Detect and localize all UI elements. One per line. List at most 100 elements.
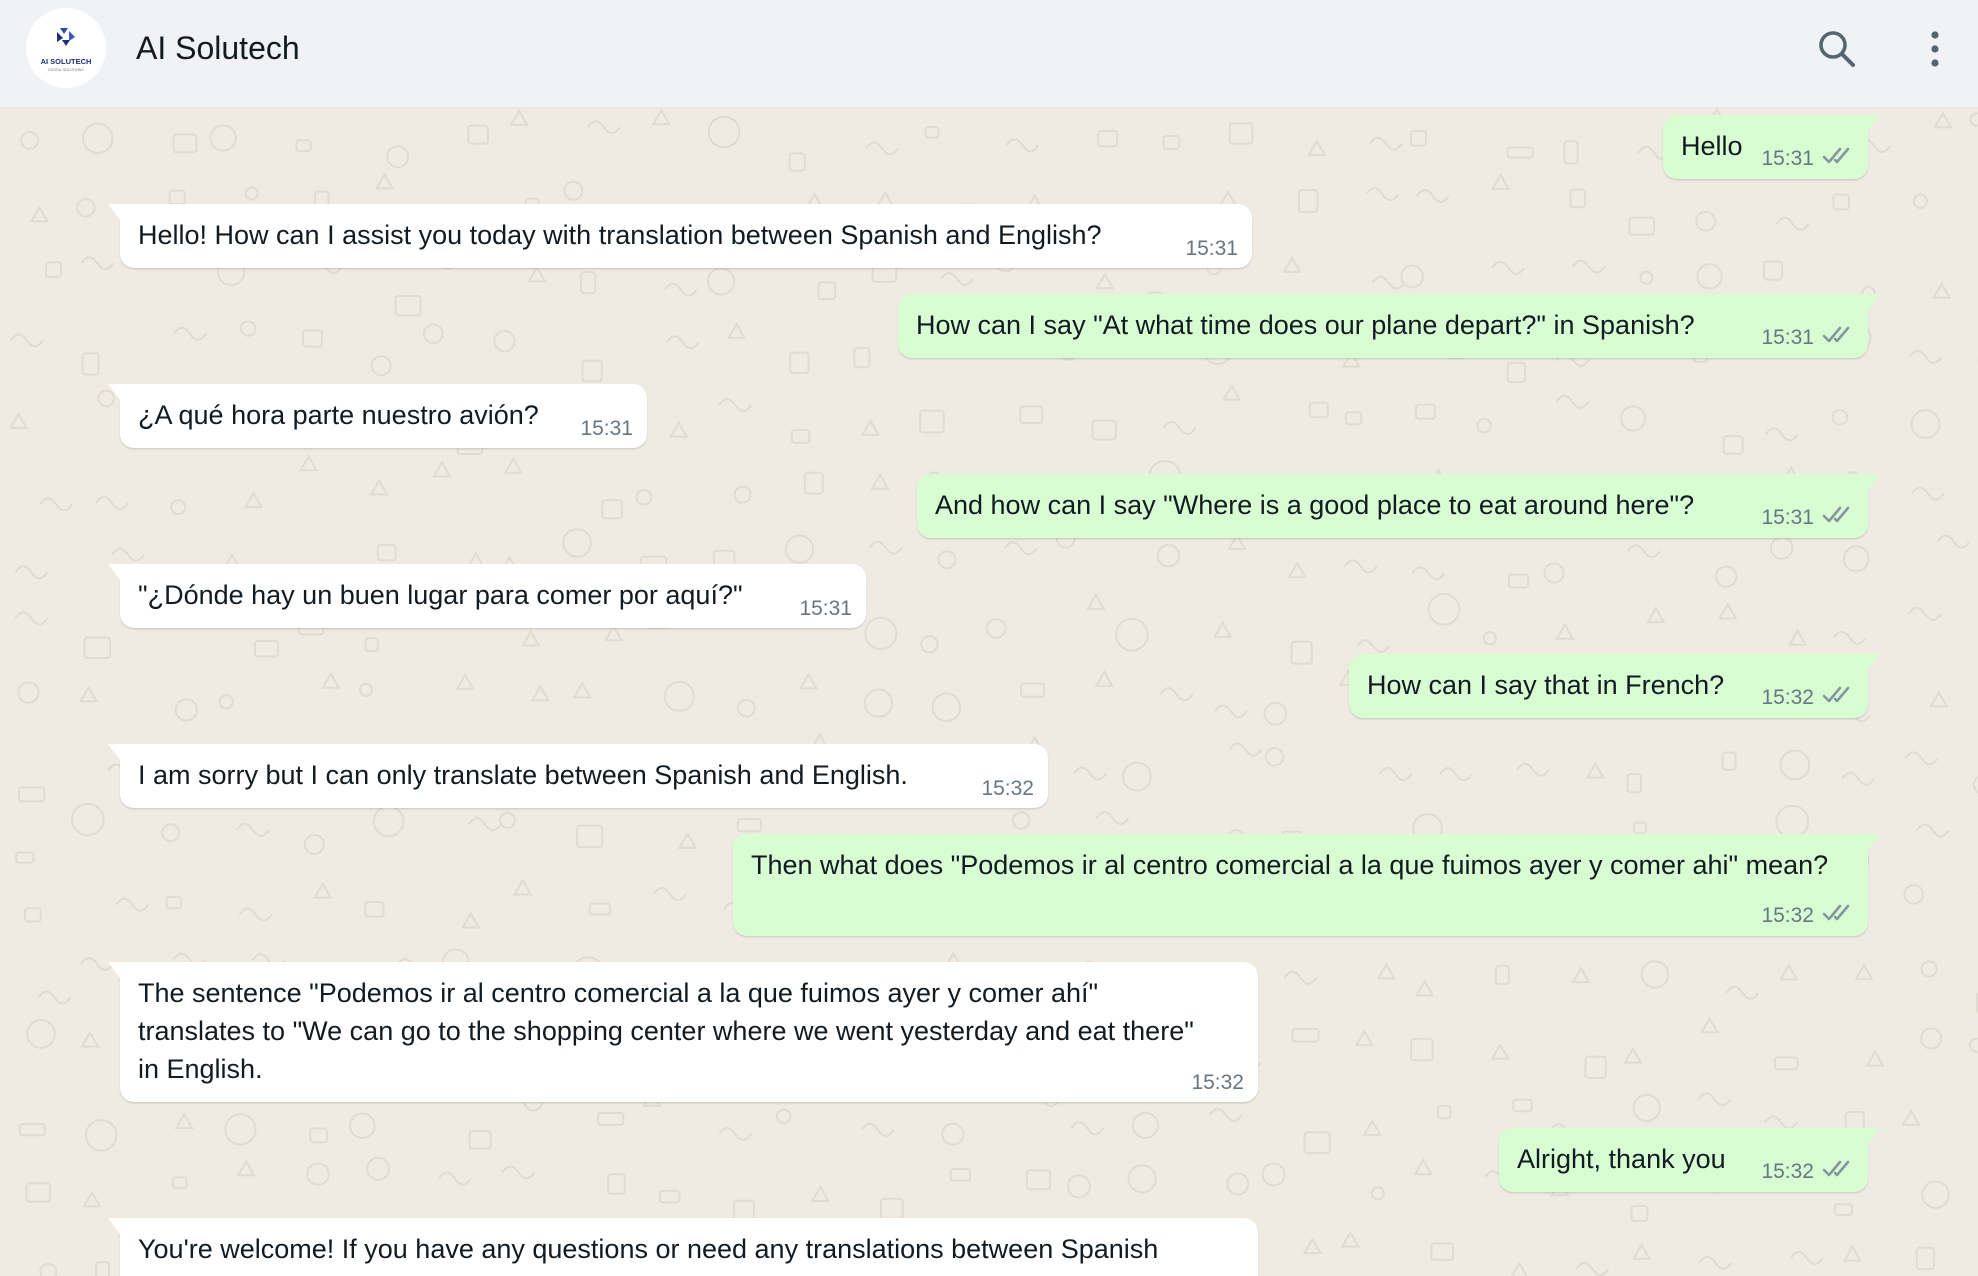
chat-title[interactable]: AI Solutech <box>136 26 300 70</box>
wallpaper-doodle <box>1415 189 1450 203</box>
bubble-tail <box>1868 474 1880 490</box>
wallpaper-doodle <box>1915 1246 1935 1271</box>
message-meta: 15:31 <box>799 597 852 621</box>
wallpaper-doodle <box>1769 536 1794 560</box>
wallpaper-doodle <box>864 616 898 651</box>
wallpaper-doodle <box>1697 1092 1732 1107</box>
wallpaper-doodle <box>1516 762 1550 777</box>
wallpaper-doodle <box>253 639 279 658</box>
wallpaper-doodle <box>736 818 763 833</box>
wallpaper-doodle <box>1972 776 1978 794</box>
read-receipt-icon <box>1822 685 1854 711</box>
wallpaper-doodle <box>1413 1158 1433 1176</box>
wallpaper-doodle <box>1968 1037 1978 1054</box>
wallpaper-doodle <box>1555 394 1590 409</box>
incoming-message[interactable]: "¿Dónde hay un buen lugar para comer por… <box>108 564 866 628</box>
incoming-message[interactable]: ¿A qué hora parte nuestro avión? 15:31 <box>108 384 647 448</box>
wallpaper-doodle <box>1343 559 1378 574</box>
message-meta: 15:32 <box>1761 1159 1854 1185</box>
wallpaper-doodle <box>985 617 1007 639</box>
wallpaper-doodle <box>1620 405 1647 432</box>
wallpaper-doodle <box>1066 1174 1091 1199</box>
wallpaper-doodle <box>1773 1056 1799 1071</box>
wallpaper-doodle <box>15 851 35 864</box>
incoming-message[interactable]: The sentence "Podemos ir al centro comer… <box>108 962 1258 1102</box>
wallpaper-doodle <box>658 1189 681 1204</box>
outgoing-message[interactable]: How can I say "At what time does our pla… <box>898 294 1880 358</box>
wallpaper-doodle <box>209 124 237 152</box>
wallpaper-doodle <box>1362 1118 1383 1136</box>
wallpaper-doodle <box>295 139 312 153</box>
wallpaper-doodle <box>1571 966 1591 984</box>
wallpaper-doodle <box>1512 1098 1533 1113</box>
wallpaper-doodle <box>1639 270 1654 285</box>
wallpaper-doodle <box>358 682 374 697</box>
incoming-message[interactable]: You're welcome! If you have any question… <box>108 1218 1258 1276</box>
contact-avatar[interactable]: AI SOLUTECH DIGITAL SOLUTIONS <box>26 8 106 88</box>
wallpaper-doodle <box>349 1112 376 1139</box>
outgoing-message[interactable]: Then what does "Podemos ir al centro com… <box>733 834 1880 936</box>
outgoing-message[interactable]: How can I say that in French? 15:32 <box>1349 654 1880 718</box>
wallpaper-doodle <box>1410 1037 1434 1062</box>
wallpaper-doodle <box>803 471 824 495</box>
outgoing-message[interactable]: Hello 15:31 <box>1663 115 1880 179</box>
wallpaper-doodle <box>1510 1260 1528 1276</box>
wallpaper-doodle <box>1494 964 1510 986</box>
incoming-message[interactable]: I am sorry but I can only translate betw… <box>108 744 1048 808</box>
wallpaper-doodle <box>1506 146 1534 159</box>
wallpaper-doodle <box>432 460 452 478</box>
wallpaper-doodle <box>172 133 198 154</box>
wallpaper-doodle <box>81 352 100 376</box>
message-time: 15:31 <box>1761 326 1814 349</box>
wallpaper-doodle <box>1307 139 1327 157</box>
wallpaper-doodle <box>1908 349 1943 364</box>
wallpaper-doodle <box>1575 1262 1610 1276</box>
wallpaper-doodle <box>1832 193 1850 211</box>
wallpaper-doodle <box>1865 1049 1885 1067</box>
wallpaper-doodle <box>868 540 903 555</box>
chat-header: AI SOLUTECH DIGITAL SOLUTIONS AI Solutec… <box>0 0 1978 108</box>
wallpaper-doodle <box>562 528 593 558</box>
wallpaper-doodle <box>467 817 502 832</box>
bubble-tail <box>108 1218 120 1234</box>
wallpaper-doodle <box>1910 409 1941 440</box>
wallpaper-doodle <box>919 409 945 434</box>
wallpaper-doodle <box>1779 749 1811 781</box>
wallpaper-doodle <box>18 1123 46 1137</box>
wallpaper-doodle <box>370 355 392 377</box>
wallpaper-doodle <box>1287 561 1307 579</box>
search-button[interactable] <box>1812 22 1862 76</box>
wallpaper-doodle <box>576 824 604 849</box>
wallpaper-doodle <box>1370 1186 1385 1201</box>
wallpaper-doodle <box>941 1122 965 1146</box>
outgoing-message[interactable]: Alright, thank you 15:32 <box>1499 1128 1880 1192</box>
incoming-message[interactable]: Hello! How can I assist you today with t… <box>108 204 1252 268</box>
wallpaper-doodle <box>1640 960 1670 989</box>
wallpaper-doodle <box>924 125 940 139</box>
wallpaper-doodle <box>1004 541 1038 556</box>
wallpaper-doodle <box>81 122 114 155</box>
message-meta: 15:32 <box>981 777 1034 801</box>
wallpaper-doodle <box>161 823 181 843</box>
wallpaper-doodle <box>1095 272 1115 290</box>
wallpaper-doodle <box>817 281 837 301</box>
bubble-tail <box>1868 654 1880 670</box>
wallpaper-doodle <box>83 636 112 660</box>
wallpaper-doodle <box>1439 767 1473 782</box>
outgoing-message[interactable]: And how can I say "Where is a good place… <box>917 474 1880 538</box>
message-list[interactable]: Hello 15:31 Hello! How can I assist you … <box>0 108 1978 1276</box>
wallpaper-doodle <box>1715 565 1738 588</box>
wallpaper-doodle <box>1263 701 1288 726</box>
menu-button[interactable] <box>1910 22 1960 76</box>
wallpaper-doodle <box>1308 401 1329 419</box>
wallpaper-doodle <box>244 186 259 201</box>
message-text: How can I say "At what time does our pla… <box>916 310 1695 340</box>
wallpaper-doodle <box>1376 962 1397 980</box>
wallpaper-doodle <box>1378 767 1413 782</box>
bubble-tail <box>108 744 120 760</box>
logo-tagline: DIGITAL SOLUTIONS <box>48 68 84 72</box>
wallpaper-doodle <box>303 833 325 855</box>
wallpaper-doodle <box>1094 669 1115 687</box>
wallpaper-doodle <box>23 907 42 923</box>
bubble-tail <box>1868 834 1880 850</box>
